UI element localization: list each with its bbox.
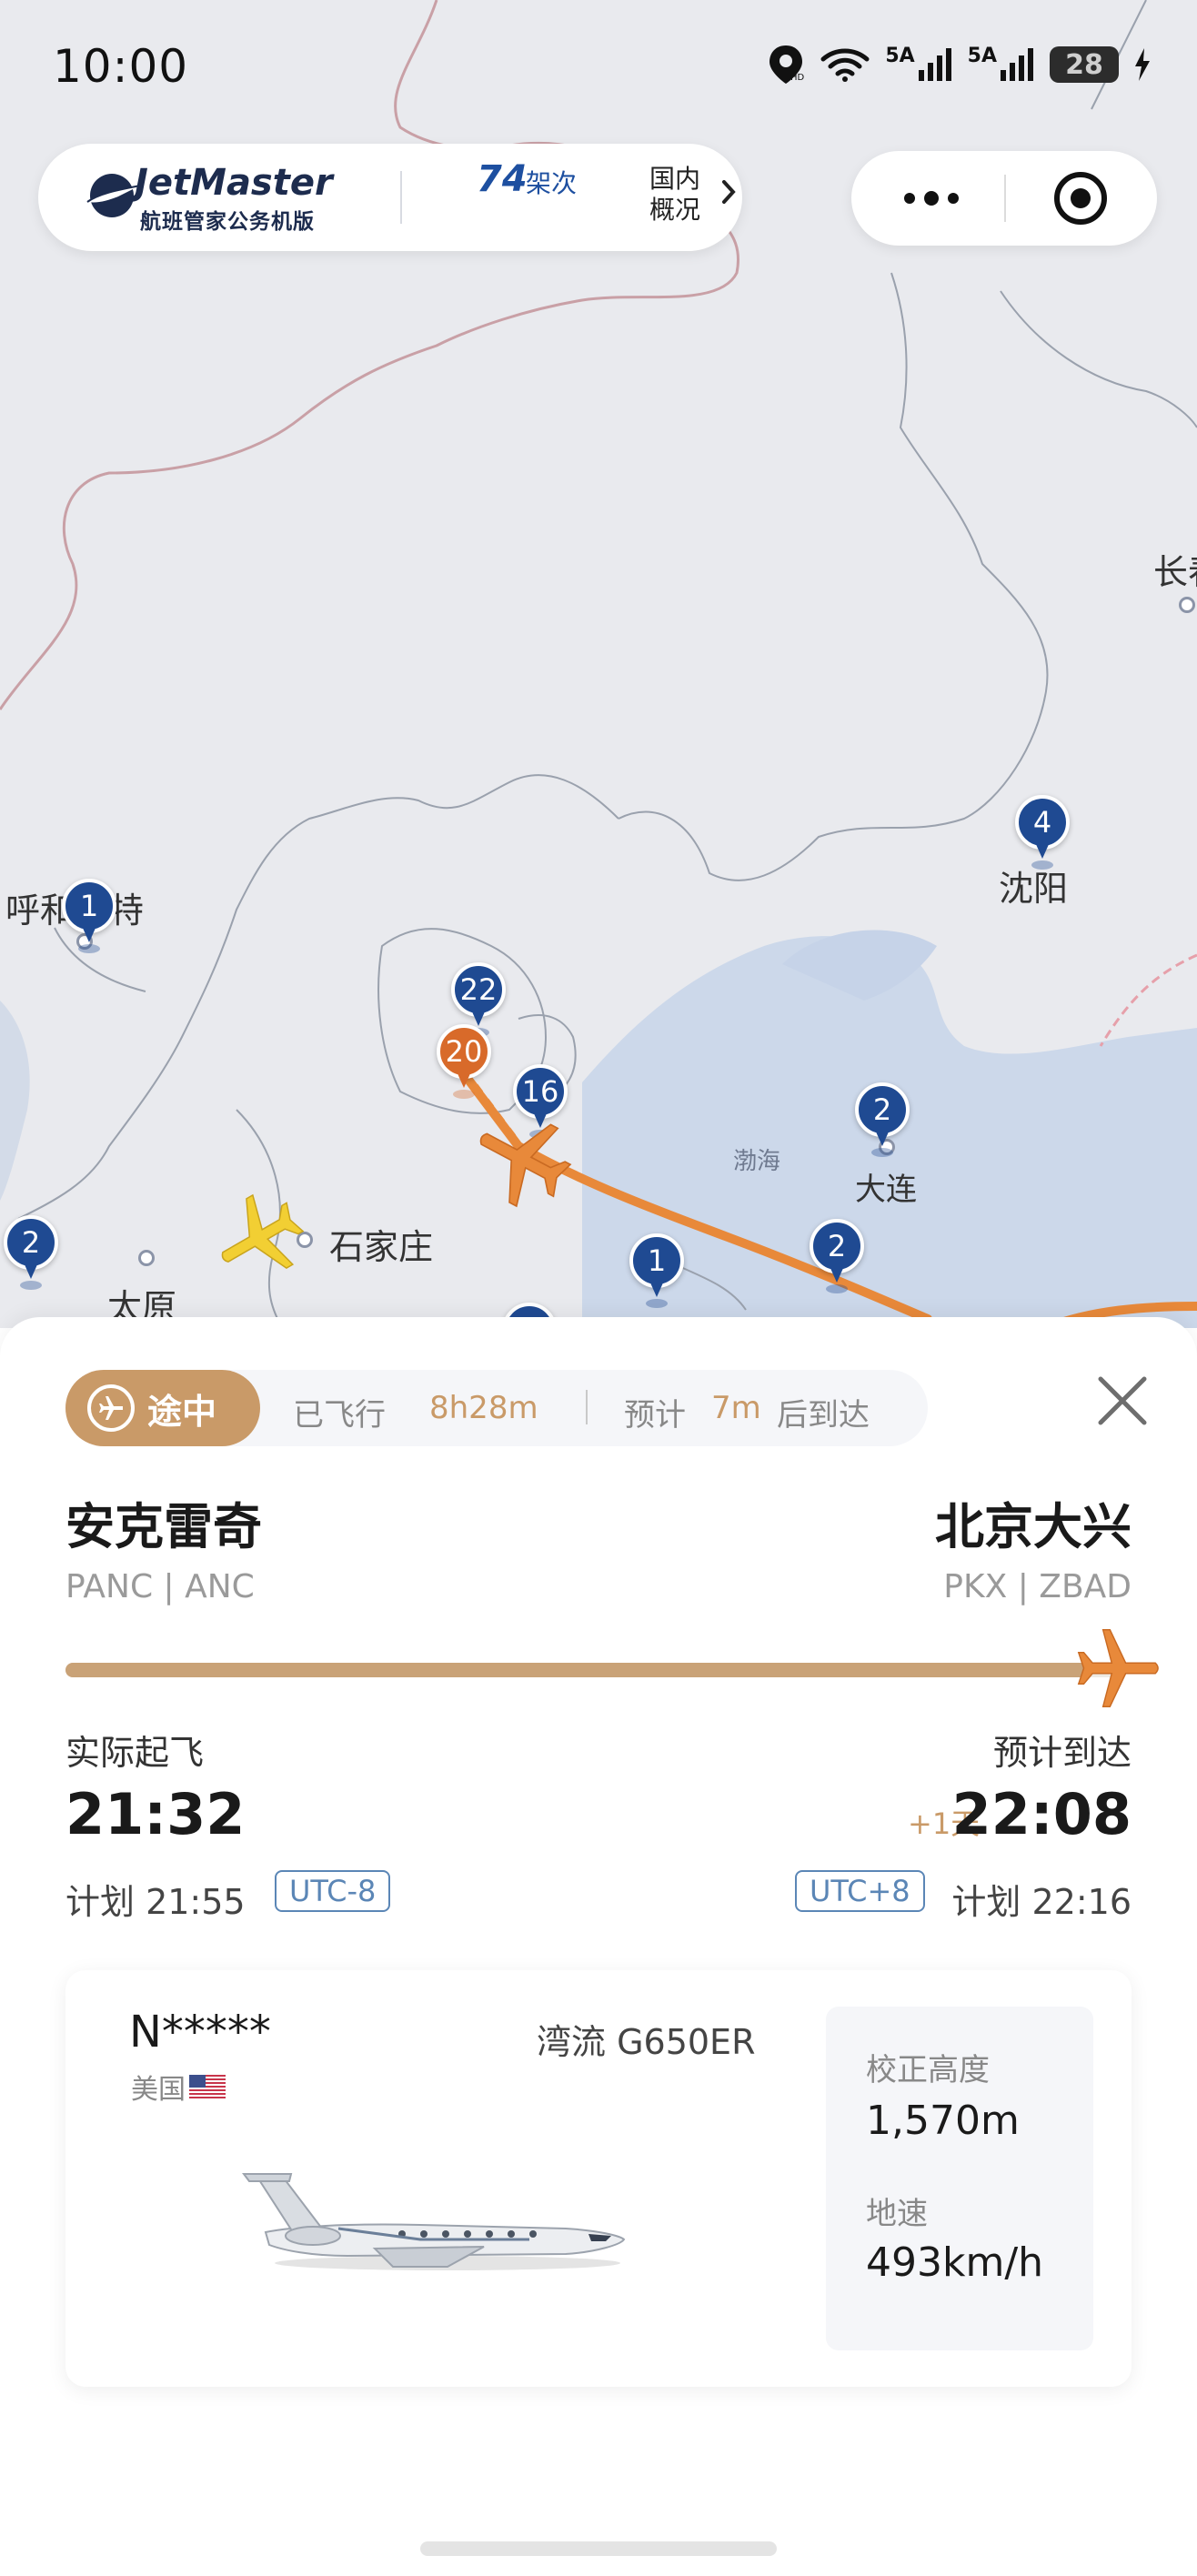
brand-name: JetMaster — [135, 162, 333, 204]
aircraft-registration: N***** — [129, 2007, 271, 2058]
aircraft-country: 美国 — [131, 2067, 226, 2107]
close-icon[interactable] — [1091, 1370, 1153, 1432]
status-text: 途中 — [147, 1391, 217, 1432]
departure-timezone-badge: UTC-8 — [275, 1870, 391, 1912]
flight-map[interactable]: 呼和浩特 沈阳 石家庄 太原 大连 渤海 长春 1 4 22 20 16 2 2… — [0, 0, 1197, 1328]
aircraft-card[interactable]: N***** 美国 湾流 G650ER 校正高度 1,570m 地速 493km… — [65, 1970, 1132, 2387]
plane-progress-icon — [1077, 1629, 1159, 1707]
arrival-label: 预计到达 — [992, 1733, 1132, 1773]
airport-pin[interactable]: 2 — [810, 1219, 864, 1301]
signal-icon: 5A — [968, 45, 1035, 83]
flight-progress-bar — [65, 1663, 1121, 1677]
scheduled-departure: 计划 21:55 — [65, 1882, 246, 1922]
svg-text:HD: HD — [790, 73, 805, 83]
flight-count: 74 — [477, 158, 528, 200]
flight-count-unit: 架次 — [526, 168, 578, 198]
city-label-changchun: 长春 — [1153, 552, 1197, 592]
brand-header[interactable]: JetMaster 航班管家公务机版 74 架次 国内概况 — [38, 144, 742, 251]
status-time: 10:00 — [53, 40, 189, 93]
flight-stats-panel: 校正高度 1,570m 地速 493km/h — [826, 2007, 1093, 2350]
departure-label: 实际起飞 — [65, 1733, 205, 1773]
signal-icon: 5A — [885, 45, 952, 83]
city-marker — [138, 1250, 155, 1266]
destination-city: 北京大兴 — [935, 1498, 1132, 1555]
altitude-value: 1,570m — [866, 2098, 1020, 2144]
close-miniprogram-icon[interactable] — [1051, 169, 1110, 227]
battery-icon: 28 — [1050, 46, 1119, 83]
jetmaster-logo-icon — [86, 174, 141, 217]
location-hd-icon: HD — [767, 44, 805, 86]
origin-codes: PANC | ANC — [65, 1568, 255, 1605]
tracked-plane-icon[interactable] — [473, 1110, 573, 1210]
airport-pin[interactable]: 2 — [4, 1215, 58, 1297]
divider — [586, 1390, 588, 1424]
plane-circle-icon — [87, 1384, 135, 1432]
arrival-time: 22:08 — [951, 1781, 1132, 1847]
origin-city: 安克雷奇 — [65, 1498, 262, 1555]
city-label-dalian: 大连 — [855, 1172, 917, 1208]
city-marker — [1179, 597, 1195, 613]
brand-subtitle: 航班管家公务机版 — [140, 210, 315, 234]
wifi-icon — [820, 46, 870, 83]
aircraft-image — [242, 2173, 626, 2270]
status-bar: 10:00 HD 5A 5A 28 — [0, 0, 1197, 136]
flight-progress-fill — [65, 1663, 1090, 1677]
airport-pin[interactable]: 1 — [629, 1233, 684, 1315]
departure-time: 21:32 — [65, 1781, 246, 1847]
eta-value: 7m — [711, 1390, 761, 1426]
miniprogram-capsule — [851, 151, 1157, 246]
ground-speed-label: 地速 — [866, 2196, 928, 2232]
country-name: 美国 — [131, 2074, 186, 2106]
chevron-right-icon — [722, 180, 736, 204]
eta-label: 预计 — [624, 1397, 686, 1434]
home-indicator[interactable] — [420, 2541, 777, 2556]
arrival-timezone-badge: UTC+8 — [795, 1870, 925, 1912]
city-label-shijiazhuang: 石家庄 — [329, 1227, 434, 1267]
flown-label: 已飞行 — [293, 1397, 386, 1434]
airport-pin[interactable]: 1 — [62, 879, 116, 961]
status-badge: 途中 — [65, 1370, 260, 1446]
flight-status-row: 途中 已飞行 8h28m 预计 7m 后到达 — [65, 1370, 928, 1446]
domestic-overview-link[interactable]: 国内概况 — [649, 164, 708, 226]
destination-codes: PKX | ZBAD — [943, 1568, 1132, 1605]
airport-pin[interactable]: 2 — [855, 1082, 910, 1164]
airport-pin-highlighted[interactable]: 20 — [437, 1024, 491, 1106]
flown-value: 8h28m — [429, 1390, 538, 1426]
aircraft-model: 湾流 G650ER — [537, 2022, 756, 2062]
divider — [400, 171, 402, 224]
flight-detail-sheet: 途中 已飞行 8h28m 预计 7m 后到达 安克雷奇 北京大兴 PANC | … — [0, 1317, 1197, 2576]
altitude-label: 校正高度 — [866, 2052, 990, 2088]
us-flag-icon — [189, 2075, 226, 2098]
more-options-icon[interactable] — [902, 178, 961, 218]
divider — [1004, 175, 1006, 222]
sea-label-bohai: 渤海 — [733, 1148, 781, 1175]
charging-icon — [1133, 46, 1152, 83]
scheduled-arrival: 计划 22:16 — [951, 1882, 1132, 1922]
airport-pin[interactable]: 4 — [1015, 795, 1070, 877]
ground-speed-value: 493km/h — [866, 2239, 1044, 2286]
other-plane-icon[interactable] — [215, 1192, 306, 1283]
eta-suffix: 后到达 — [777, 1397, 870, 1434]
